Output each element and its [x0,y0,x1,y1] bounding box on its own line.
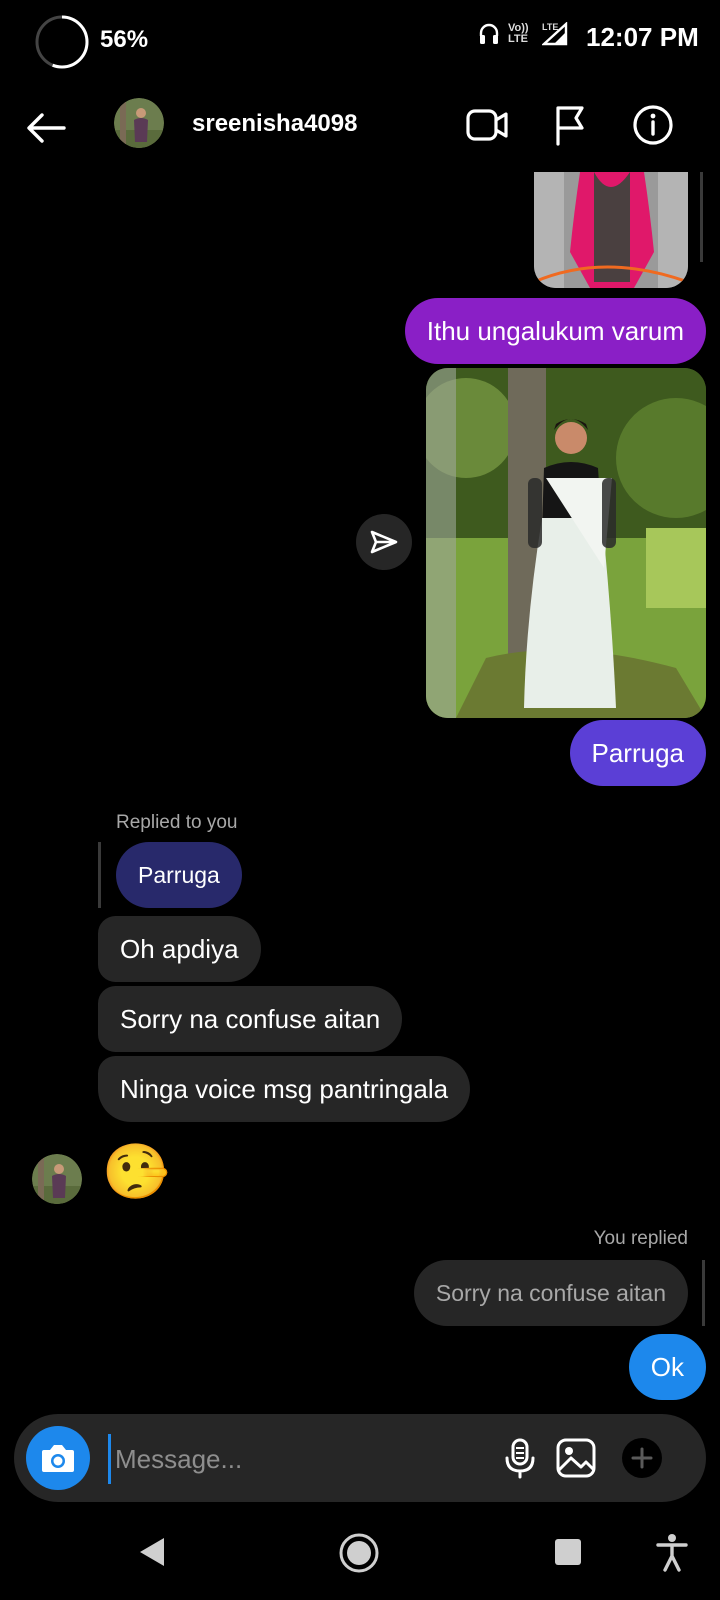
home-nav-icon[interactable] [338,1532,380,1574]
message-composer [14,1414,706,1502]
video-call-icon[interactable] [464,102,510,148]
message-text: Ninga voice msg pantringala [120,1073,449,1104]
received-message[interactable]: Sorry na confuse aitan [98,986,403,1052]
system-navigation-bar [0,1512,720,1600]
sender-avatar[interactable] [32,1154,82,1204]
add-icon[interactable] [618,1434,666,1482]
clock: 12:07 PM [586,22,699,52]
quoted-own-message[interactable]: Sorry na confuse aitan [413,1260,688,1326]
microphone-icon[interactable] [496,1434,544,1482]
quoted-text: Sorry na confuse aitan [435,1279,666,1306]
lte-label: LTE [542,22,559,32]
status-icons: Vo)) LTE LTE [478,21,568,46]
message-text: Oh apdiya [120,933,239,964]
flag-icon[interactable] [548,102,594,148]
sent-message[interactable]: Ithu ungalukum varum [404,298,706,364]
emoji-message[interactable]: 🤥 [102,1140,169,1204]
battery-percentage: 56% [100,26,149,53]
scroll-indicator [700,172,703,262]
quoted-text: Parruga [138,861,220,888]
quoted-message[interactable]: Parruga [116,842,242,908]
accessibility-icon[interactable] [654,1532,690,1572]
gallery-icon[interactable] [552,1434,600,1482]
back-arrow-icon[interactable] [22,108,72,148]
share-button[interactable] [356,514,412,570]
shared-photo[interactable] [426,368,706,718]
shared-photo-top[interactable] [534,172,688,288]
camera-icon [42,1445,74,1472]
message-text: Ok [650,1351,684,1382]
sent-message[interactable]: Parruga [569,720,706,786]
back-nav-icon[interactable] [134,1534,168,1570]
recents-nav-icon[interactable] [552,1536,584,1568]
replied-to-you-label: Replied to you [116,812,238,833]
battery-ring-icon [35,15,89,69]
reply-indicator-bar [702,1260,705,1326]
chat-header: sreenisha4098 [0,88,720,166]
message-text: Sorry na confuse aitan [120,1003,381,1034]
received-message[interactable]: Oh apdiya [98,916,261,982]
you-replied-label: You replied [593,1228,688,1249]
status-bar: 56% Vo)) LTE LTE 12:07 PM [0,0,720,80]
avatar[interactable] [114,98,164,148]
headset-icon [479,23,499,44]
message-text: Ithu ungalukum varum [426,315,684,346]
paper-plane-icon [370,530,398,554]
signal-icon: LTE [540,21,568,46]
message-input[interactable] [108,1434,497,1484]
volte-icon: Vo)) LTE [508,22,529,45]
camera-button[interactable] [26,1426,90,1490]
chat-username[interactable]: sreenisha4098 [192,110,357,138]
message-text: Parruga [591,737,685,768]
info-icon[interactable] [630,102,676,148]
reply-indicator-bar [98,842,101,908]
sent-message[interactable]: Ok [628,1334,706,1400]
received-message[interactable]: Ninga voice msg pantringala [98,1056,471,1122]
